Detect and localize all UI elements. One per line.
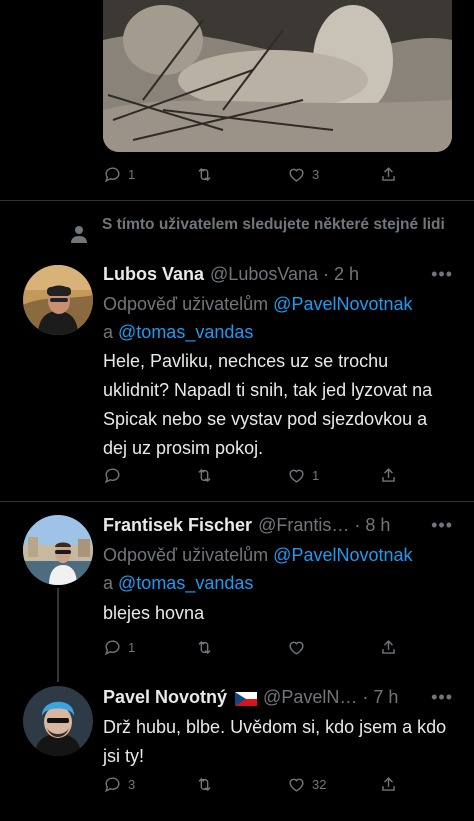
share-icon [382,776,395,791]
reply-button[interactable] [103,466,195,485]
retweet-icon [198,167,211,181]
share-button[interactable] [379,466,398,485]
tweet2-header: Frantisek Fischer @Frantis… · 8 h ••• [103,513,453,537]
mention-link[interactable]: @tomas_vandas [118,573,253,593]
share-button[interactable] [379,165,398,184]
reply-button[interactable]: 1 [103,165,195,184]
retweet-button[interactable] [195,165,287,184]
reply-and: a [103,573,114,593]
thread-connector [57,588,59,682]
retweet-button[interactable] [195,775,287,794]
reply-prefix: Odpověď uživatelům [103,294,269,314]
retweet-button[interactable] [195,638,287,657]
mention-link[interactable]: @PavelNovotnak [273,294,412,314]
author-name[interactable]: Frantisek Fischer [103,515,252,536]
avatar[interactable] [23,265,93,335]
tweet3-header: Pavel Novotný @PavelN… · 7 h ••• [103,685,453,709]
reply-context: Odpověď uživatelům @PavelNovotnak a @tom… [103,290,458,346]
reply-icon [104,467,120,483]
share-button[interactable] [379,775,398,794]
reply-icon [104,166,120,182]
share-button[interactable] [379,638,398,657]
heart-icon [289,469,304,483]
czech-flag-icon [235,690,258,706]
avatar[interactable] [23,515,93,585]
reply-icon [104,776,120,792]
like-button[interactable] [287,638,379,657]
like-button[interactable]: 1 [287,466,379,485]
reply-count: 1 [128,639,136,655]
like-button[interactable]: 3 [287,165,379,184]
like-count: 3 [312,166,320,182]
tweet3-action-bar: 3 32 [103,772,403,796]
reply-prefix: Odpověď uživatelům [103,545,269,565]
author-name[interactable]: Lubos Vana [103,264,204,285]
reply-icon [104,639,120,655]
share-icon [382,639,395,654]
like-count: 32 [312,776,327,792]
reply-count: 3 [128,776,136,792]
more-icon[interactable]: ••• [431,687,453,708]
tweet-media-image[interactable] [103,0,452,152]
share-icon [382,467,395,482]
reply-context: Odpověď uživatelům @PavelNovotnak a @tom… [103,541,458,597]
author-handle-time[interactable]: @PavelN… · 7 h [263,687,398,708]
reply-and: a [103,322,114,342]
retweet-icon [198,468,211,482]
tweet-text: Hele, Pavliku, nechces uz se trochu ukli… [103,351,433,458]
mention-link[interactable]: @tomas_vandas [118,322,253,342]
more-icon[interactable]: ••• [431,264,453,285]
retweet-button[interactable] [195,466,287,485]
retweet-icon [198,640,211,654]
heart-icon [289,641,304,655]
share-icon [382,166,395,181]
avatar[interactable] [23,686,93,756]
author-name[interactable]: Pavel Novotný [103,687,227,708]
person-icon [70,224,88,249]
divider [0,501,474,502]
heart-icon [289,168,304,182]
reply-count: 1 [128,166,136,182]
reply-button[interactable]: 3 [103,775,195,794]
retweet-icon [198,777,211,791]
author-handle-time[interactable]: @LubosVana · 2 h [210,264,359,285]
author-handle-time[interactable]: @Frantis… · 8 h [258,515,390,536]
tweet-text: blejes hovna [103,603,205,623]
reply-button[interactable]: 1 [103,638,195,657]
like-button[interactable]: 32 [287,775,379,794]
divider [0,200,474,201]
tweet2-action-bar: 1 [103,635,403,659]
mention-link[interactable]: @PavelNovotnak [273,545,412,565]
tweet1-header: Lubos Vana @LubosVana · 2 h ••• [103,262,453,286]
tweet0-action-bar: 1 3 [103,162,403,186]
tweet1-action-bar: 1 [103,463,403,487]
social-context: S tímto uživatelem sledujete některé ste… [70,214,450,249]
social-context-text: S tímto uživatelem sledujete některé ste… [102,216,445,233]
heart-icon [289,778,304,792]
tweet-text: Drž hubu, blbe. Uvědom si, kdo jsem a kd… [103,717,447,766]
more-icon[interactable]: ••• [431,515,453,536]
like-count: 1 [312,467,320,483]
